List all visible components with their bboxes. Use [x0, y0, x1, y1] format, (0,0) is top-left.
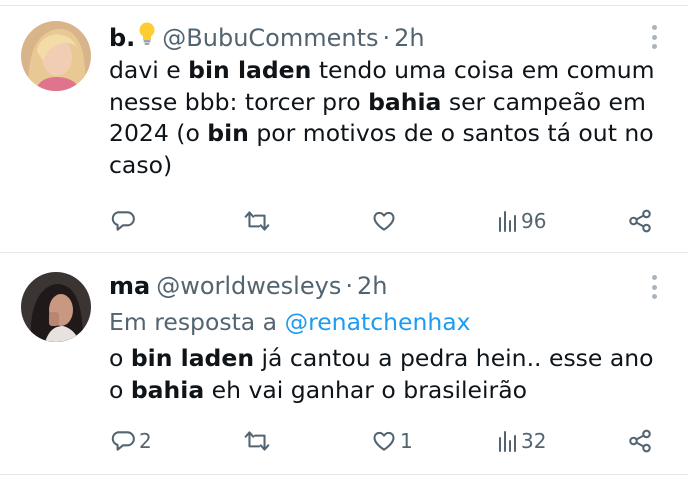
reply-to-link[interactable]: @renatchenhax	[285, 308, 471, 336]
timeline: b. @BubuComments · 2h davi e bin laden t…	[0, 0, 688, 480]
separator-dot: ·	[345, 272, 353, 300]
like-button[interactable]	[371, 206, 400, 236]
heart-icon	[373, 211, 395, 231]
author-handle[interactable]: @BubuComments	[162, 24, 378, 52]
like-button[interactable]: 1	[371, 426, 413, 456]
reply-icon	[111, 211, 135, 231]
retweet-icon	[244, 211, 270, 231]
heart-icon	[373, 431, 395, 451]
views-count: 32	[521, 429, 547, 453]
reply-count: 2	[139, 429, 152, 453]
share-button[interactable]	[627, 206, 653, 236]
retweet-icon	[244, 431, 270, 451]
retweet-button[interactable]	[243, 206, 274, 236]
timestamp[interactable]: 2h	[394, 24, 424, 52]
tweet[interactable]: b. @BubuComments · 2h davi e bin laden t…	[0, 0, 688, 252]
avatar[interactable]	[21, 21, 91, 91]
reply-button[interactable]	[110, 206, 139, 236]
share-button[interactable]	[627, 426, 653, 456]
author-name[interactable]: ma	[109, 272, 150, 300]
reply-button[interactable]: 2	[110, 426, 152, 456]
more-options-icon[interactable]	[650, 275, 658, 299]
retweet-button[interactable]	[243, 426, 274, 456]
tweet[interactable]: ma @worldwesleys · 2h Em resposta a @ren…	[0, 253, 688, 475]
avatar[interactable]	[21, 272, 91, 342]
reply-icon	[111, 431, 135, 451]
tweet-text: davi e bin laden tendo uma coisa em comu…	[109, 56, 655, 179]
views-icon	[499, 431, 516, 452]
tweet-text: o bin laden já cantou a pedra hein.. ess…	[109, 344, 654, 404]
views-button[interactable]: 96	[498, 206, 546, 236]
author-name[interactable]: b.	[109, 24, 135, 52]
reply-context: Em resposta a @renatchenhax	[109, 308, 471, 336]
views-icon	[499, 211, 516, 232]
views-button[interactable]: 32	[498, 426, 546, 456]
tweet-actions: 2 1 32	[0, 426, 688, 456]
separator-dot: ·	[382, 24, 391, 52]
tweet-actions: 96	[0, 206, 688, 236]
timestamp[interactable]: 2h	[357, 272, 387, 300]
lightbulb-icon	[138, 22, 156, 46]
author-handle[interactable]: @worldwesleys	[156, 272, 341, 300]
divider	[0, 474, 688, 475]
share-icon	[629, 429, 651, 453]
share-icon	[629, 209, 651, 233]
like-count: 1	[400, 429, 413, 453]
more-options-icon[interactable]	[650, 25, 658, 49]
views-count: 96	[521, 209, 547, 233]
